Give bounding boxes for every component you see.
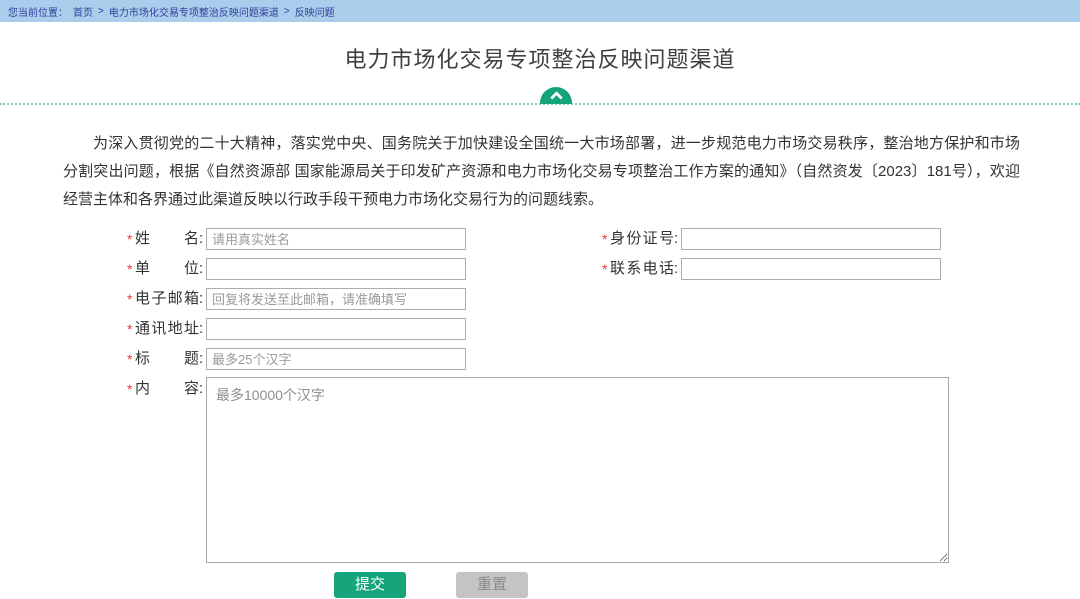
required-marker: * [127,317,135,341]
email-label: 电子邮箱 [135,287,199,311]
form-buttons: 提交 重置 [334,572,1080,598]
name-label: 姓名 [135,227,199,251]
form-row-email: * 电子邮箱 : [127,287,1080,311]
id-number-label: 身份证号 [610,227,674,251]
phone-input[interactable] [681,258,941,280]
required-marker: * [602,257,610,281]
label-colon: : [199,317,206,341]
form-row-phone: * 联系电话 : [602,257,941,281]
breadcrumb: 您当前位置： 首页 > 电力市场化交易专项整治反映问题渠道 > 反映问题 [0,0,1080,22]
required-marker: * [602,227,610,251]
title-input[interactable] [206,348,466,370]
label-colon: : [674,257,681,281]
required-marker: * [127,257,135,281]
required-marker: * [127,227,135,251]
breadcrumb-separator: > [284,6,290,17]
label-colon: : [199,287,206,311]
label-colon: : [199,257,206,281]
content-textarea[interactable] [206,377,949,563]
report-form: * 姓名 : * 单位 : * 电子邮箱 : * 通讯地址 : * 标题 : *… [0,227,1080,598]
form-row-id-number: * 身份证号 : [602,227,941,251]
submit-button[interactable]: 提交 [334,572,406,598]
required-marker: * [127,347,135,371]
breadcrumb-current: 反映问题 [295,4,335,19]
unit-input[interactable] [206,258,466,280]
label-colon: : [199,227,206,251]
phone-label: 联系电话 [610,257,674,281]
breadcrumb-channel-link[interactable]: 电力市场化交易专项整治反映问题渠道 [109,4,279,19]
intro-paragraph: 为深入贯彻党的二十大精神，落实党中央、国务院关于加快建设全国统一大市场部署，进一… [63,130,1020,214]
id-number-input[interactable] [681,228,941,250]
form-row-address: * 通讯地址 : [127,317,1080,341]
email-input[interactable] [206,288,466,310]
form-row-content: * 内容 : [127,377,1080,563]
label-colon: : [674,227,681,251]
required-marker: * [127,377,135,401]
chevron-up-icon [550,91,563,104]
content-label: 内容 [135,377,199,401]
required-marker: * [127,287,135,311]
collapse-toggle-button[interactable] [540,87,572,104]
section-divider [0,89,1080,105]
form-row-title: * 标题 : [127,347,1080,371]
breadcrumb-prefix: 您当前位置： [8,4,68,19]
address-input[interactable] [206,318,466,340]
title-label: 标题 [135,347,199,371]
breadcrumb-home-link[interactable]: 首页 [73,4,93,19]
unit-label: 单位 [135,257,199,281]
label-colon: : [199,347,206,371]
address-label: 通讯地址 [135,317,199,341]
breadcrumb-separator: > [98,6,104,17]
label-colon: : [199,377,206,401]
page-title: 电力市场化交易专项整治反映问题渠道 [0,46,1080,74]
form-right-column: * 身份证号 : * 联系电话 : [602,227,941,287]
name-input[interactable] [206,228,466,250]
reset-button[interactable]: 重置 [456,572,528,598]
